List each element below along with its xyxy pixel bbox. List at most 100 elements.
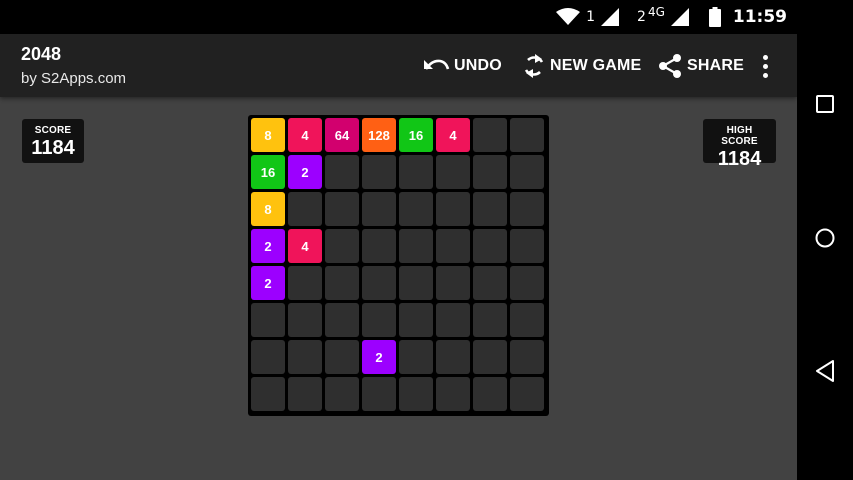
empty-cell [436, 192, 470, 226]
signal-icon [670, 8, 689, 26]
empty-cell [288, 377, 322, 411]
recents-button[interactable] [809, 90, 841, 122]
high-score-label: HIGH SCORE [721, 125, 758, 147]
empty-cell [510, 377, 544, 411]
empty-cell [510, 192, 544, 226]
empty-cell [399, 266, 433, 300]
empty-cell [362, 266, 396, 300]
empty-cell [325, 229, 359, 263]
empty-cell [436, 377, 470, 411]
overflow-menu-button[interactable] [758, 51, 772, 81]
sim2-label: 2 [637, 9, 646, 25]
app-subtitle: by S2Apps.com [21, 70, 127, 87]
empty-cell [325, 192, 359, 226]
back-button[interactable] [809, 357, 841, 389]
undo-icon [422, 56, 450, 76]
empty-cell [399, 377, 433, 411]
tile: 8 [251, 118, 285, 152]
tile: 2 [251, 229, 285, 263]
network-type-label: 4G [647, 5, 665, 19]
empty-cell [436, 303, 470, 337]
share-icon [657, 53, 683, 79]
empty-cell [510, 303, 544, 337]
sim1-label: 1 [586, 9, 596, 25]
undo-label: UNDO [454, 57, 502, 74]
empty-cell [473, 266, 507, 300]
empty-cell [510, 155, 544, 189]
tile: 2 [362, 340, 396, 374]
clock: 11:59 [732, 7, 787, 27]
empty-cell [399, 303, 433, 337]
empty-cell [436, 340, 470, 374]
score-box: SCORE 1184 [22, 119, 84, 163]
tile: 8 [251, 192, 285, 226]
tile: 2 [288, 155, 322, 189]
tile: 16 [399, 118, 433, 152]
refresh-icon [522, 53, 546, 79]
empty-cell [288, 303, 322, 337]
tile: 4 [436, 118, 470, 152]
tile: 4 [288, 229, 322, 263]
empty-cell [399, 155, 433, 189]
signal-icon [601, 8, 620, 26]
status-bar: 1 2 4G 11:59 [0, 0, 797, 34]
empty-cell [473, 303, 507, 337]
high-score-value: 1184 [717, 148, 762, 170]
empty-cell [473, 155, 507, 189]
empty-cell [251, 377, 285, 411]
empty-cell [473, 118, 507, 152]
empty-cell [473, 377, 507, 411]
tile: 64 [325, 118, 359, 152]
overflow-menu-icon [762, 72, 768, 78]
share-label: SHARE [687, 57, 745, 74]
tile: 16 [251, 155, 285, 189]
score-label: SCORE [34, 125, 72, 136]
overflow-menu-icon [762, 63, 768, 69]
empty-cell [362, 303, 396, 337]
app-title: 2048 [21, 44, 62, 64]
empty-cell [510, 340, 544, 374]
empty-cell [473, 192, 507, 226]
app-bar: 2048 by S2Apps.com UNDO NEW GAME SHARE [0, 34, 797, 97]
empty-cell [436, 266, 470, 300]
game-board[interactable]: 8 4 64 128 16 4 16 2 8 2 4 2 2 [248, 115, 549, 416]
empty-cell [288, 266, 322, 300]
empty-cell [288, 340, 322, 374]
empty-cell [510, 118, 544, 152]
empty-cell [473, 229, 507, 263]
empty-cell [436, 229, 470, 263]
empty-cell [288, 192, 322, 226]
empty-cell [362, 155, 396, 189]
high-score-box: HIGH SCORE 1184 [703, 119, 776, 170]
overflow-menu-icon [762, 54, 768, 60]
empty-cell [436, 155, 470, 189]
empty-cell [399, 229, 433, 263]
empty-cell [325, 303, 359, 337]
empty-cell [325, 155, 359, 189]
navigation-bar [797, 0, 853, 480]
empty-cell [362, 377, 396, 411]
home-icon [814, 227, 836, 254]
tile: 2 [251, 266, 285, 300]
back-icon [814, 359, 836, 388]
tile: 4 [288, 118, 322, 152]
empty-cell [399, 340, 433, 374]
tile: 128 [362, 118, 396, 152]
recents-icon [815, 94, 835, 119]
empty-cell [510, 266, 544, 300]
empty-cell [510, 229, 544, 263]
wifi-icon [556, 8, 581, 26]
score-value: 1184 [31, 137, 75, 159]
empty-cell [325, 377, 359, 411]
undo-button[interactable]: UNDO [422, 52, 502, 80]
empty-cell [325, 340, 359, 374]
empty-cell [325, 266, 359, 300]
empty-cell [362, 192, 396, 226]
new-game-button[interactable]: NEW GAME [522, 52, 641, 80]
share-button[interactable]: SHARE [657, 52, 744, 80]
home-button[interactable] [809, 224, 841, 256]
empty-cell [473, 340, 507, 374]
empty-cell [399, 192, 433, 226]
new-game-label: NEW GAME [550, 57, 642, 74]
battery-icon [708, 7, 721, 27]
